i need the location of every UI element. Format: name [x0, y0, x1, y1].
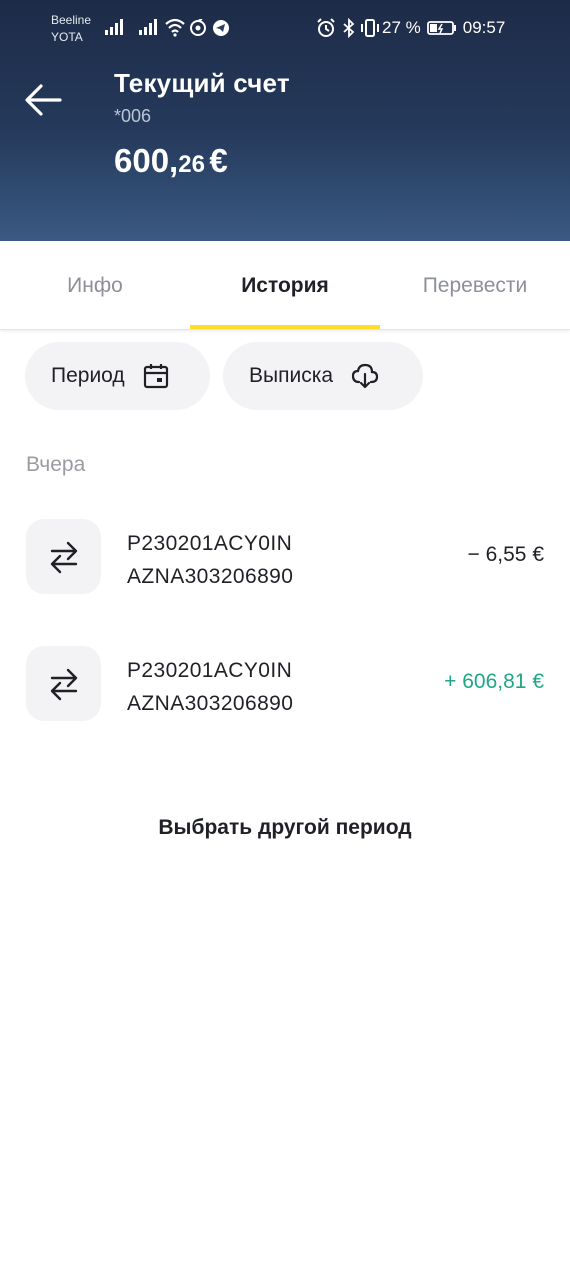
- transaction-description: P230201ACY0IN AZNA303206890: [127, 527, 293, 593]
- alarm-icon: [317, 18, 335, 37]
- balance-currency: €: [209, 142, 228, 179]
- battery-icon: [426, 21, 456, 35]
- transaction-description-line2: AZNA303206890: [127, 692, 294, 715]
- account-header: Beeline YOTA 27 % 09:57 Текущий счет *00…: [0, 0, 570, 241]
- page-title: Текущий счет: [114, 68, 290, 98]
- account-balance: 600,26 €: [114, 142, 228, 180]
- tab-bar: Инфо История Перевести: [0, 241, 570, 330]
- transaction-row[interactable]: P230201ACY0IN AZNA303206890 − 6,55 €: [0, 519, 570, 599]
- signal-2-icon: [139, 19, 157, 35]
- cloud-download-icon: [351, 363, 379, 389]
- bluetooth-icon: [343, 18, 355, 38]
- carrier-names: Beeline YOTA: [51, 12, 91, 46]
- vibrate-icon: [361, 19, 379, 37]
- transaction-description-line2: AZNA303206890: [127, 565, 294, 588]
- status-bar: Beeline YOTA 27 % 09:57: [0, 0, 570, 56]
- transaction-icon-box: [26, 646, 101, 721]
- tab-info[interactable]: Инфо: [0, 241, 190, 330]
- clock: 09:57: [462, 18, 506, 37]
- transaction-amount: − 6,55 €: [467, 543, 544, 566]
- telegram-icon: [213, 20, 229, 36]
- transaction-description-line1: P230201ACY0IN: [127, 532, 293, 555]
- transaction-row[interactable]: P230201ACY0IN AZNA303206890 + 606,81 €: [0, 646, 570, 726]
- calendar-icon: [143, 364, 168, 389]
- carrier-2: YOTA: [51, 30, 83, 44]
- transfer-arrows-icon: [50, 541, 77, 573]
- sync-icon: [190, 19, 206, 36]
- transaction-description: P230201ACY0IN AZNA303206890: [127, 654, 293, 720]
- signal-1-icon: [105, 19, 123, 35]
- back-button[interactable]: [22, 80, 66, 120]
- statement-download-button[interactable]: Выписка: [223, 342, 423, 410]
- period-filter-label: Период: [51, 364, 125, 387]
- period-filter-button[interactable]: Период: [25, 342, 210, 410]
- choose-other-period-button[interactable]: Выбрать другой период: [0, 816, 570, 840]
- wifi-icon: [165, 18, 185, 37]
- date-group-label: Вчера: [26, 453, 86, 476]
- balance-integer: 600,: [114, 142, 179, 179]
- carrier-1: Beeline: [51, 13, 92, 27]
- tab-history[interactable]: История: [190, 241, 380, 330]
- arrow-left-icon: [25, 84, 62, 116]
- active-tab-indicator: [190, 325, 380, 329]
- transaction-icon-box: [26, 519, 101, 594]
- statement-label: Выписка: [249, 364, 334, 387]
- account-number: *006: [114, 106, 152, 126]
- status-icons-right: 27 % 09:57: [316, 16, 505, 40]
- tab-transfer[interactable]: Перевести: [380, 241, 570, 330]
- transaction-description-line1: P230201ACY0IN: [127, 659, 293, 682]
- balance-fraction: 26: [178, 151, 205, 178]
- transfer-arrows-icon: [50, 668, 77, 700]
- battery-percent: 27 %: [382, 18, 421, 37]
- transaction-amount: + 606,81 €: [444, 670, 544, 693]
